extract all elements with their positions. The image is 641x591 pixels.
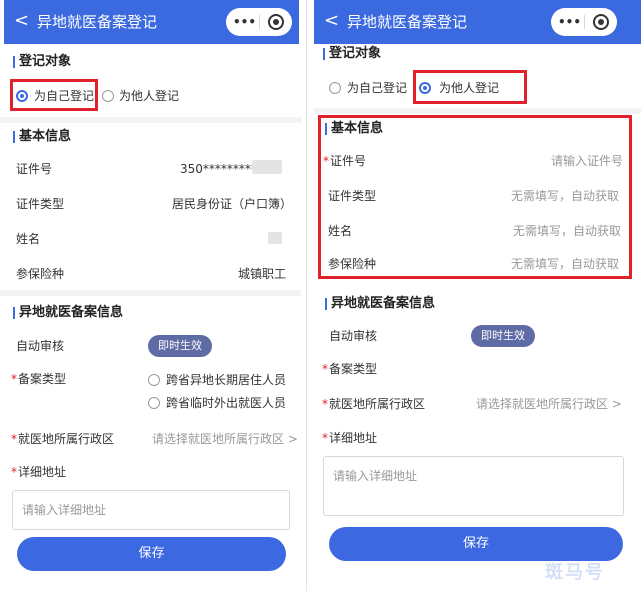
id-number-label: *证件号: [323, 154, 366, 168]
region-selector[interactable]: 请选择就医地所属行政区 >: [152, 432, 298, 446]
section-bar: [325, 298, 327, 310]
filing-type-label: *备案类型: [322, 362, 377, 376]
section-bar: [13, 56, 15, 68]
page-title: 异地就医备案登记: [347, 13, 468, 31]
page-title: 异地就医备案登记: [37, 13, 158, 31]
section-gap: [314, 108, 641, 114]
radio-self-label[interactable]: 为自己登记: [347, 81, 407, 95]
highlight-box: [10, 79, 98, 111]
region-label: *就医地所属行政区: [322, 397, 425, 411]
id-type-label: 证件类型: [328, 189, 377, 203]
mini-program-capsule: •••: [551, 8, 617, 36]
insurance-label: 参保险种: [16, 267, 65, 281]
address-text: 详细地址: [18, 465, 67, 479]
section-bar: [13, 307, 15, 319]
id-number-label: 证件号: [16, 162, 53, 176]
mini-program-capsule: •••: [226, 8, 292, 36]
capsule-divider: [584, 15, 585, 29]
back-icon[interactable]: <: [14, 11, 29, 31]
radio-self[interactable]: [329, 82, 341, 94]
left-screen: < 异地就医备案登记 ••• 登记对象 为自己登记 为他人登记 基本信息 证件号…: [0, 0, 301, 591]
target-circle-icon[interactable]: [268, 14, 284, 30]
address-label: *详细地址: [11, 465, 66, 479]
name-value: 无需填写，自动获取: [513, 224, 622, 238]
region-text: 就医地所属行政区: [329, 397, 426, 411]
radio-temporary[interactable]: [148, 397, 160, 409]
auto-review-label: 自动审核: [329, 329, 378, 343]
highlight-box: [413, 70, 527, 104]
required-mark: *: [11, 465, 17, 479]
redacted-mask: [268, 232, 282, 244]
target-circle-icon[interactable]: [593, 14, 609, 30]
name-label: 姓名: [16, 232, 41, 246]
required-mark: *: [11, 432, 17, 446]
filing-type-text: 备案类型: [329, 362, 378, 376]
section-title-register-target: 登记对象: [329, 46, 382, 61]
section-title-filing-info: 异地就医备案信息: [19, 305, 124, 320]
section-title-filing-info: 异地就医备案信息: [331, 296, 436, 311]
name-label: 姓名: [328, 224, 353, 238]
required-mark: *: [323, 154, 329, 168]
instant-effect-badge: 即时生效: [148, 335, 212, 357]
id-number-input[interactable]: 请输入证件号: [551, 154, 623, 168]
more-dots-icon[interactable]: •••: [558, 13, 581, 31]
address-label: *详细地址: [322, 431, 377, 445]
section-gap: [0, 117, 301, 123]
capsule-divider: [259, 15, 260, 29]
radio-others[interactable]: [102, 90, 114, 102]
region-selector[interactable]: 请选择就医地所属行政区 >: [476, 397, 622, 411]
id-number-text: 证件号: [330, 154, 367, 168]
id-type-label: 证件类型: [16, 197, 65, 211]
required-mark: *: [322, 362, 328, 376]
save-button[interactable]: 保存: [17, 537, 286, 571]
watermark: 斑马号: [545, 562, 605, 583]
section-gap: [0, 290, 301, 296]
more-dots-icon[interactable]: •••: [233, 13, 256, 31]
required-mark: *: [11, 372, 17, 386]
section-bar: [323, 48, 325, 60]
right-screen: < 异地就医备案登记 ••• 登记对象 为自己登记 为他人登记 基本信息 *证件…: [314, 0, 641, 591]
id-number-value: 350*********: [180, 162, 257, 176]
section-title-register-target: 登记对象: [19, 54, 72, 69]
filing-type-text: 备案类型: [18, 372, 67, 386]
nav-bar: < 异地就医备案登记 •••: [4, 0, 299, 44]
address-textarea[interactable]: 请输入详细地址: [12, 490, 290, 530]
insurance-label: 参保险种: [328, 257, 377, 271]
required-mark: *: [322, 397, 328, 411]
instant-effect-badge: 即时生效: [471, 325, 535, 347]
auto-review-label: 自动审核: [16, 339, 65, 353]
section-bar: [13, 131, 15, 143]
required-mark: *: [322, 431, 328, 445]
insurance-value: 城镇职工: [238, 267, 287, 281]
address-text: 详细地址: [329, 431, 378, 445]
nav-bar: < 异地就医备案登记 •••: [314, 0, 641, 44]
panel-divider: [306, 0, 307, 591]
radio-long-term-label[interactable]: 跨省异地长期居住人员: [166, 373, 286, 387]
region-text: 就医地所属行政区: [18, 432, 115, 446]
id-type-value: 无需填写，自动获取: [511, 189, 620, 203]
radio-temporary-label[interactable]: 跨省临时外出就医人员: [166, 396, 286, 410]
save-button[interactable]: 保存: [329, 527, 623, 561]
filing-type-label: *备案类型: [11, 372, 66, 386]
radio-others-label[interactable]: 为他人登记: [119, 89, 179, 103]
region-label: *就医地所属行政区: [11, 432, 114, 446]
radio-long-term[interactable]: [148, 374, 160, 386]
redacted-mask: [252, 160, 282, 174]
back-icon[interactable]: <: [324, 11, 339, 31]
id-type-value: 居民身份证（户口簿）: [172, 197, 293, 211]
address-textarea[interactable]: 请输入详细地址: [323, 456, 624, 516]
section-title-basic-info: 基本信息: [19, 129, 72, 144]
section-title-basic-info: 基本信息: [331, 121, 384, 136]
section-bar: [325, 123, 327, 135]
insurance-value: 无需填写，自动获取: [511, 257, 620, 271]
